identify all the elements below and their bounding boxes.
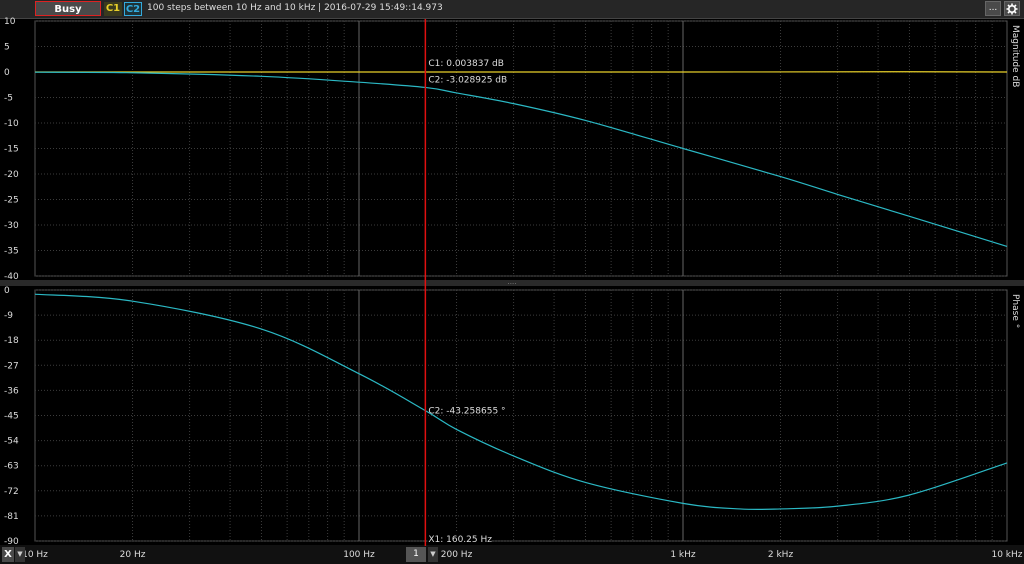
y-tick-label: -30	[4, 221, 19, 231]
y-tick-label: -25	[4, 196, 19, 206]
splitter-grip: ····	[508, 280, 517, 288]
x-tick-label: 100 Hz	[343, 550, 375, 560]
cursor-c1-magnitude-label: C1: 0.003837 dB	[428, 59, 504, 69]
y-tick-label: -5	[4, 94, 13, 104]
y-tick-label: -54	[4, 437, 19, 447]
y-tick-label: -15	[4, 145, 19, 155]
cursor-c2-phase-label: C2: -43.258655 °	[428, 407, 505, 417]
y-tick-label: 5	[4, 43, 10, 53]
x-tick-label: 2 kHz	[768, 550, 794, 560]
y-tick-label: -81	[4, 512, 19, 522]
y-tick-label: -36	[4, 386, 19, 396]
cursor-x-label: X1: 160.25 Hz	[428, 535, 492, 545]
y-tick-label: -35	[4, 247, 19, 257]
bode-plot[interactable]: 1050-5-10-15-20-25-30-35-40Magnitude dB …	[0, 0, 1024, 564]
y-tick-label: -18	[4, 336, 19, 346]
y-tick-label: -20	[4, 170, 19, 180]
x-axis-strip	[0, 545, 1024, 564]
y-axis-label: Magnitude dB	[1010, 25, 1020, 87]
x-tick-label: 10 Hz	[22, 550, 48, 560]
cursor-c2-magnitude-label: C2: -3.028925 dB	[428, 75, 507, 85]
y-tick-label: 10	[4, 17, 16, 27]
y-tick-label: -63	[4, 462, 19, 472]
y-tick-label: -9	[4, 311, 13, 321]
y-tick-label: -27	[4, 361, 19, 371]
y-tick-label: 0	[4, 68, 10, 78]
y-tick-label: -10	[4, 119, 19, 129]
phase-panel: 0-9-18-27-36-45-54-63-72-81-90Phase °	[4, 286, 1020, 547]
y-tick-label: -72	[4, 487, 19, 497]
x-axis-dropdown[interactable]: ▼	[15, 547, 25, 562]
y-tick-label: 0	[4, 286, 10, 296]
x-tick-label: 10 kHz	[991, 550, 1022, 560]
x-tick-label: 1 kHz	[670, 550, 696, 560]
magnitude-panel: 1050-5-10-15-20-25-30-35-40Magnitude dB	[4, 17, 1020, 282]
cursor-selector[interactable]: 1	[406, 547, 426, 562]
x-axis-button[interactable]: X	[2, 547, 14, 562]
y-axis-label: Phase °	[1010, 294, 1020, 328]
cursor-dropdown[interactable]: ▼	[428, 547, 438, 562]
y-tick-label: -45	[4, 412, 19, 422]
x-tick-label: 20 Hz	[120, 550, 146, 560]
x-tick-label: 200 Hz	[441, 550, 473, 560]
